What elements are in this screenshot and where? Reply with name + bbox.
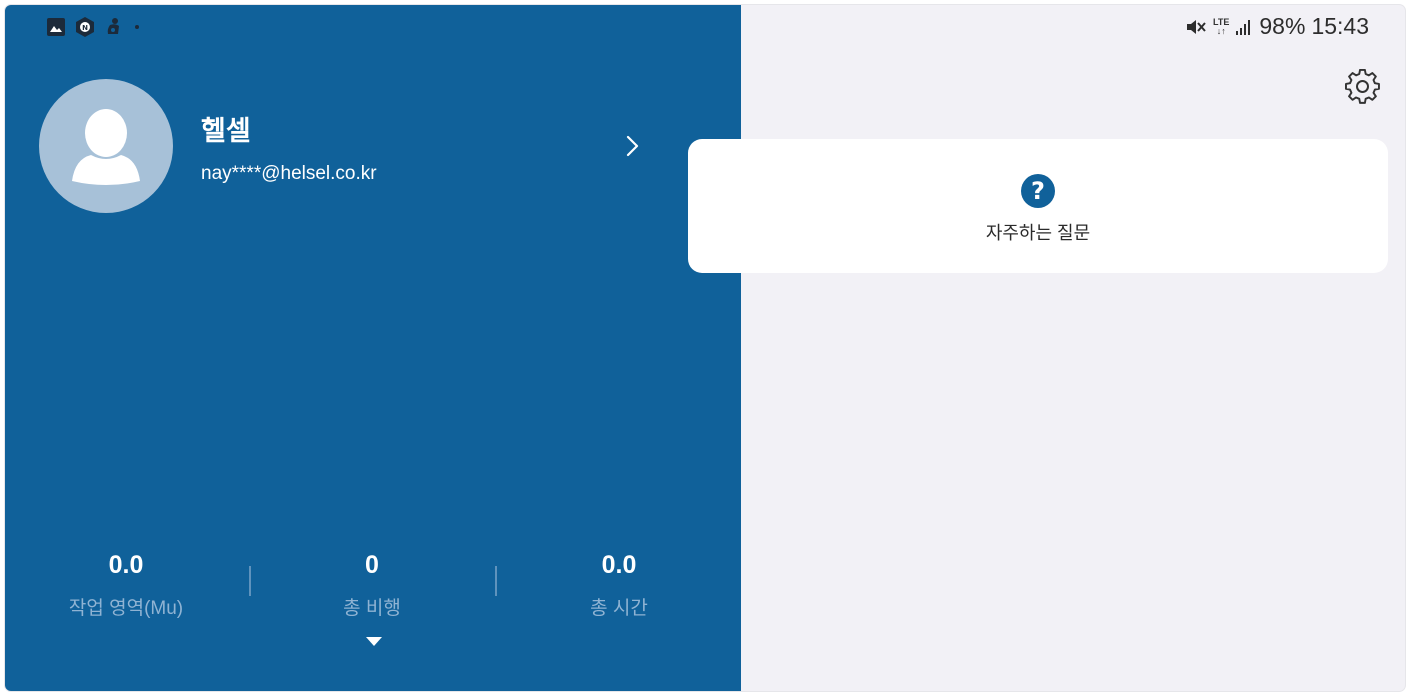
user-name: 헬셀 <box>201 116 251 146</box>
profile-panel: N 헬셀 nay****@helsel.co.kr 0.0 작업 영역(Mu) … <box>5 5 741 691</box>
stat-value: 0.0 <box>108 551 144 579</box>
stat-divider <box>249 566 251 596</box>
signal-icon <box>1235 18 1253 36</box>
faq-label: 자주하는 질문 <box>985 223 1091 243</box>
clock: 15:43 <box>1311 13 1369 39</box>
avatar[interactable] <box>39 79 173 213</box>
status-bar-notifications: N <box>46 16 142 38</box>
svg-text:N: N <box>82 24 88 32</box>
stat-total-flights: 0 총 비행 <box>272 551 472 620</box>
stat-label: 총 시간 <box>590 598 648 619</box>
app-frame: N 헬셀 nay****@helsel.co.kr 0.0 작업 영역(Mu) … <box>5 5 1405 691</box>
app-icon <box>104 17 124 37</box>
gear-icon[interactable] <box>1345 68 1381 105</box>
stat-value: 0 <box>365 551 379 579</box>
gallery-icon <box>46 17 66 37</box>
lte-icon: LTE ↓↑ <box>1213 17 1229 36</box>
stat-total-time: 0.0 총 시간 <box>519 551 719 620</box>
person-icon <box>72 109 140 185</box>
stat-value: 0.0 <box>601 551 637 579</box>
status-bar-system: LTE ↓↑ 98% 15:43 <box>1185 13 1369 40</box>
stat-label: 작업 영역(Mu) <box>68 598 184 619</box>
dot-icon <box>132 22 142 32</box>
naver-icon: N <box>74 16 96 38</box>
caret-down-icon[interactable] <box>365 634 383 646</box>
battery-level: 98% <box>1259 13 1306 39</box>
stat-label: 총 비행 <box>343 598 401 619</box>
mute-icon <box>1185 17 1207 37</box>
faq-card[interactable]: ? 자주하는 질문 <box>688 139 1388 273</box>
lte-arrows: ↓↑ <box>1216 25 1226 36</box>
stat-divider <box>495 566 497 596</box>
chevron-right-icon[interactable] <box>619 133 645 159</box>
user-email: nay****@helsel.co.kr <box>201 163 377 184</box>
svg-text:?: ? <box>1031 177 1045 205</box>
stat-work-area: 0.0 작업 영역(Mu) <box>26 551 226 620</box>
question-circle-icon: ? <box>1020 173 1056 209</box>
